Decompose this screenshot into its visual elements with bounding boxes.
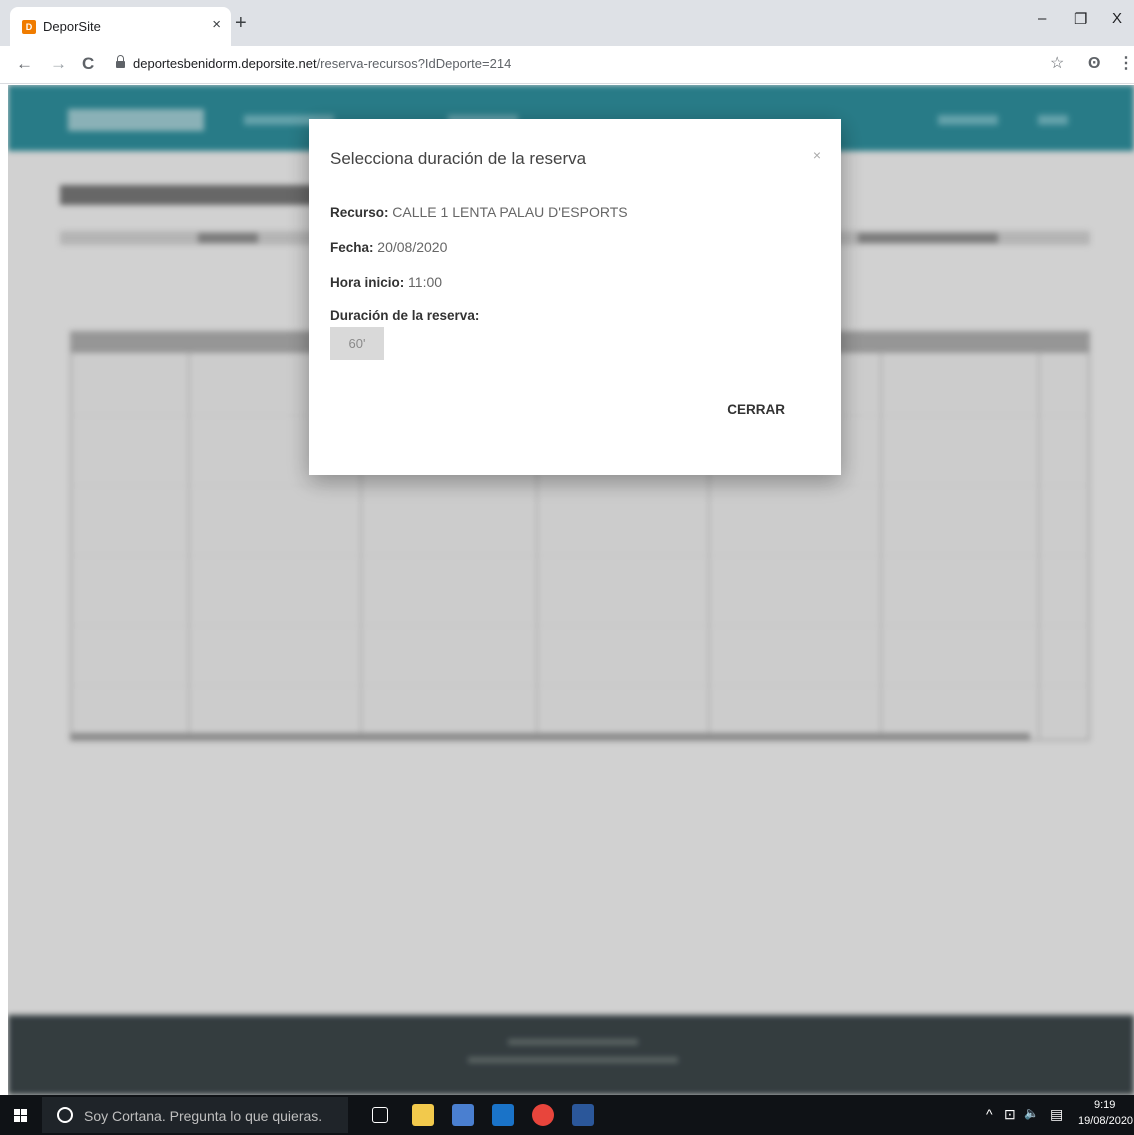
browser-toolbar: ← → C deportesbenidorm.deporsite.net/res… [0, 46, 1134, 84]
hora-label: Hora inicio: [330, 275, 405, 290]
hora-value: 11:00 [408, 274, 443, 290]
modal-title: Selecciona duración de la reserva [330, 149, 587, 168]
screen: D DeporSite × + – ❐ X ← → C deportesbeni… [0, 0, 1134, 1135]
forward-button[interactable]: → [50, 54, 67, 74]
tab-close-icon[interactable]: × [212, 16, 221, 33]
address-bar[interactable]: deportesbenidorm.deporsite.net/reserva-r… [133, 56, 511, 71]
network-icon[interactable]: ⊡ [1004, 1106, 1016, 1123]
windows-taskbar: Soy Cortana. Pregunta lo que quieras. ^ … [0, 1095, 1134, 1135]
url-path: /reserva-recursos?IdDeporte=214 [316, 56, 512, 71]
notifications-icon[interactable]: ▤ [1050, 1106, 1063, 1123]
recurso-label: Recurso: [330, 205, 389, 220]
cortana-icon [57, 1107, 73, 1123]
tray-chevron-icon[interactable]: ^ [986, 1106, 993, 1122]
deporsite-favicon-icon: D [22, 20, 36, 34]
app-icon[interactable] [452, 1104, 474, 1126]
restore-window-button[interactable]: ❐ [1074, 10, 1087, 28]
windows-start-icon[interactable] [14, 1109, 27, 1122]
word-icon[interactable] [572, 1104, 594, 1126]
outlook-icon[interactable] [492, 1104, 514, 1126]
profile-icon[interactable]: ʘ [1088, 54, 1100, 74]
lock-icon [116, 55, 125, 69]
volume-icon[interactable]: 🔈 [1024, 1106, 1039, 1120]
chrome-icon[interactable] [532, 1104, 554, 1126]
tab-deporsite[interactable]: D DeporSite × [10, 7, 231, 46]
cerrar-button[interactable]: CERRAR [727, 402, 785, 417]
clock-time[interactable]: 9:19 [1094, 1099, 1115, 1111]
duration-60-option[interactable]: 60' [330, 327, 384, 360]
bookmark-star-icon[interactable]: ☆ [1050, 54, 1064, 74]
fecha-label: Fecha: [330, 240, 374, 255]
duration-modal: Selecciona duración de la reserva × Recu… [309, 119, 841, 475]
cortana-search-placeholder: Soy Cortana. Pregunta lo que quieras. [84, 1108, 323, 1124]
minimize-window-button[interactable]: – [1038, 10, 1046, 27]
browser-tab-bar: D DeporSite × + – ❐ X [0, 0, 1134, 46]
duracion-label: Duración de la reserva: [330, 308, 480, 323]
cortana-search-box[interactable]: Soy Cortana. Pregunta lo que quieras. [42, 1097, 348, 1133]
recurso-value: CALLE 1 LENTA PALAU D'ESPORTS [392, 204, 628, 220]
clock-date[interactable]: 19/08/2020 [1078, 1115, 1133, 1127]
close-window-button[interactable]: X [1112, 10, 1122, 27]
fecha-row: Fecha: 20/08/2020 [330, 239, 447, 255]
new-tab-button[interactable]: + [235, 13, 247, 33]
task-view-icon[interactable] [372, 1107, 388, 1123]
modal-close-icon[interactable]: × [813, 147, 821, 163]
fecha-value: 20/08/2020 [377, 239, 448, 255]
back-button[interactable]: ← [16, 54, 33, 74]
recurso-row: Recurso: CALLE 1 LENTA PALAU D'ESPORTS [330, 204, 628, 220]
reload-button[interactable]: C [82, 54, 94, 74]
tab-title: DeporSite [43, 19, 101, 34]
browser-menu-icon[interactable]: ⋮ [1118, 54, 1134, 74]
file-explorer-icon[interactable] [412, 1104, 434, 1126]
hora-row: Hora inicio: 11:00 [330, 274, 442, 290]
url-host: deportesbenidorm.deporsite.net [133, 56, 317, 71]
